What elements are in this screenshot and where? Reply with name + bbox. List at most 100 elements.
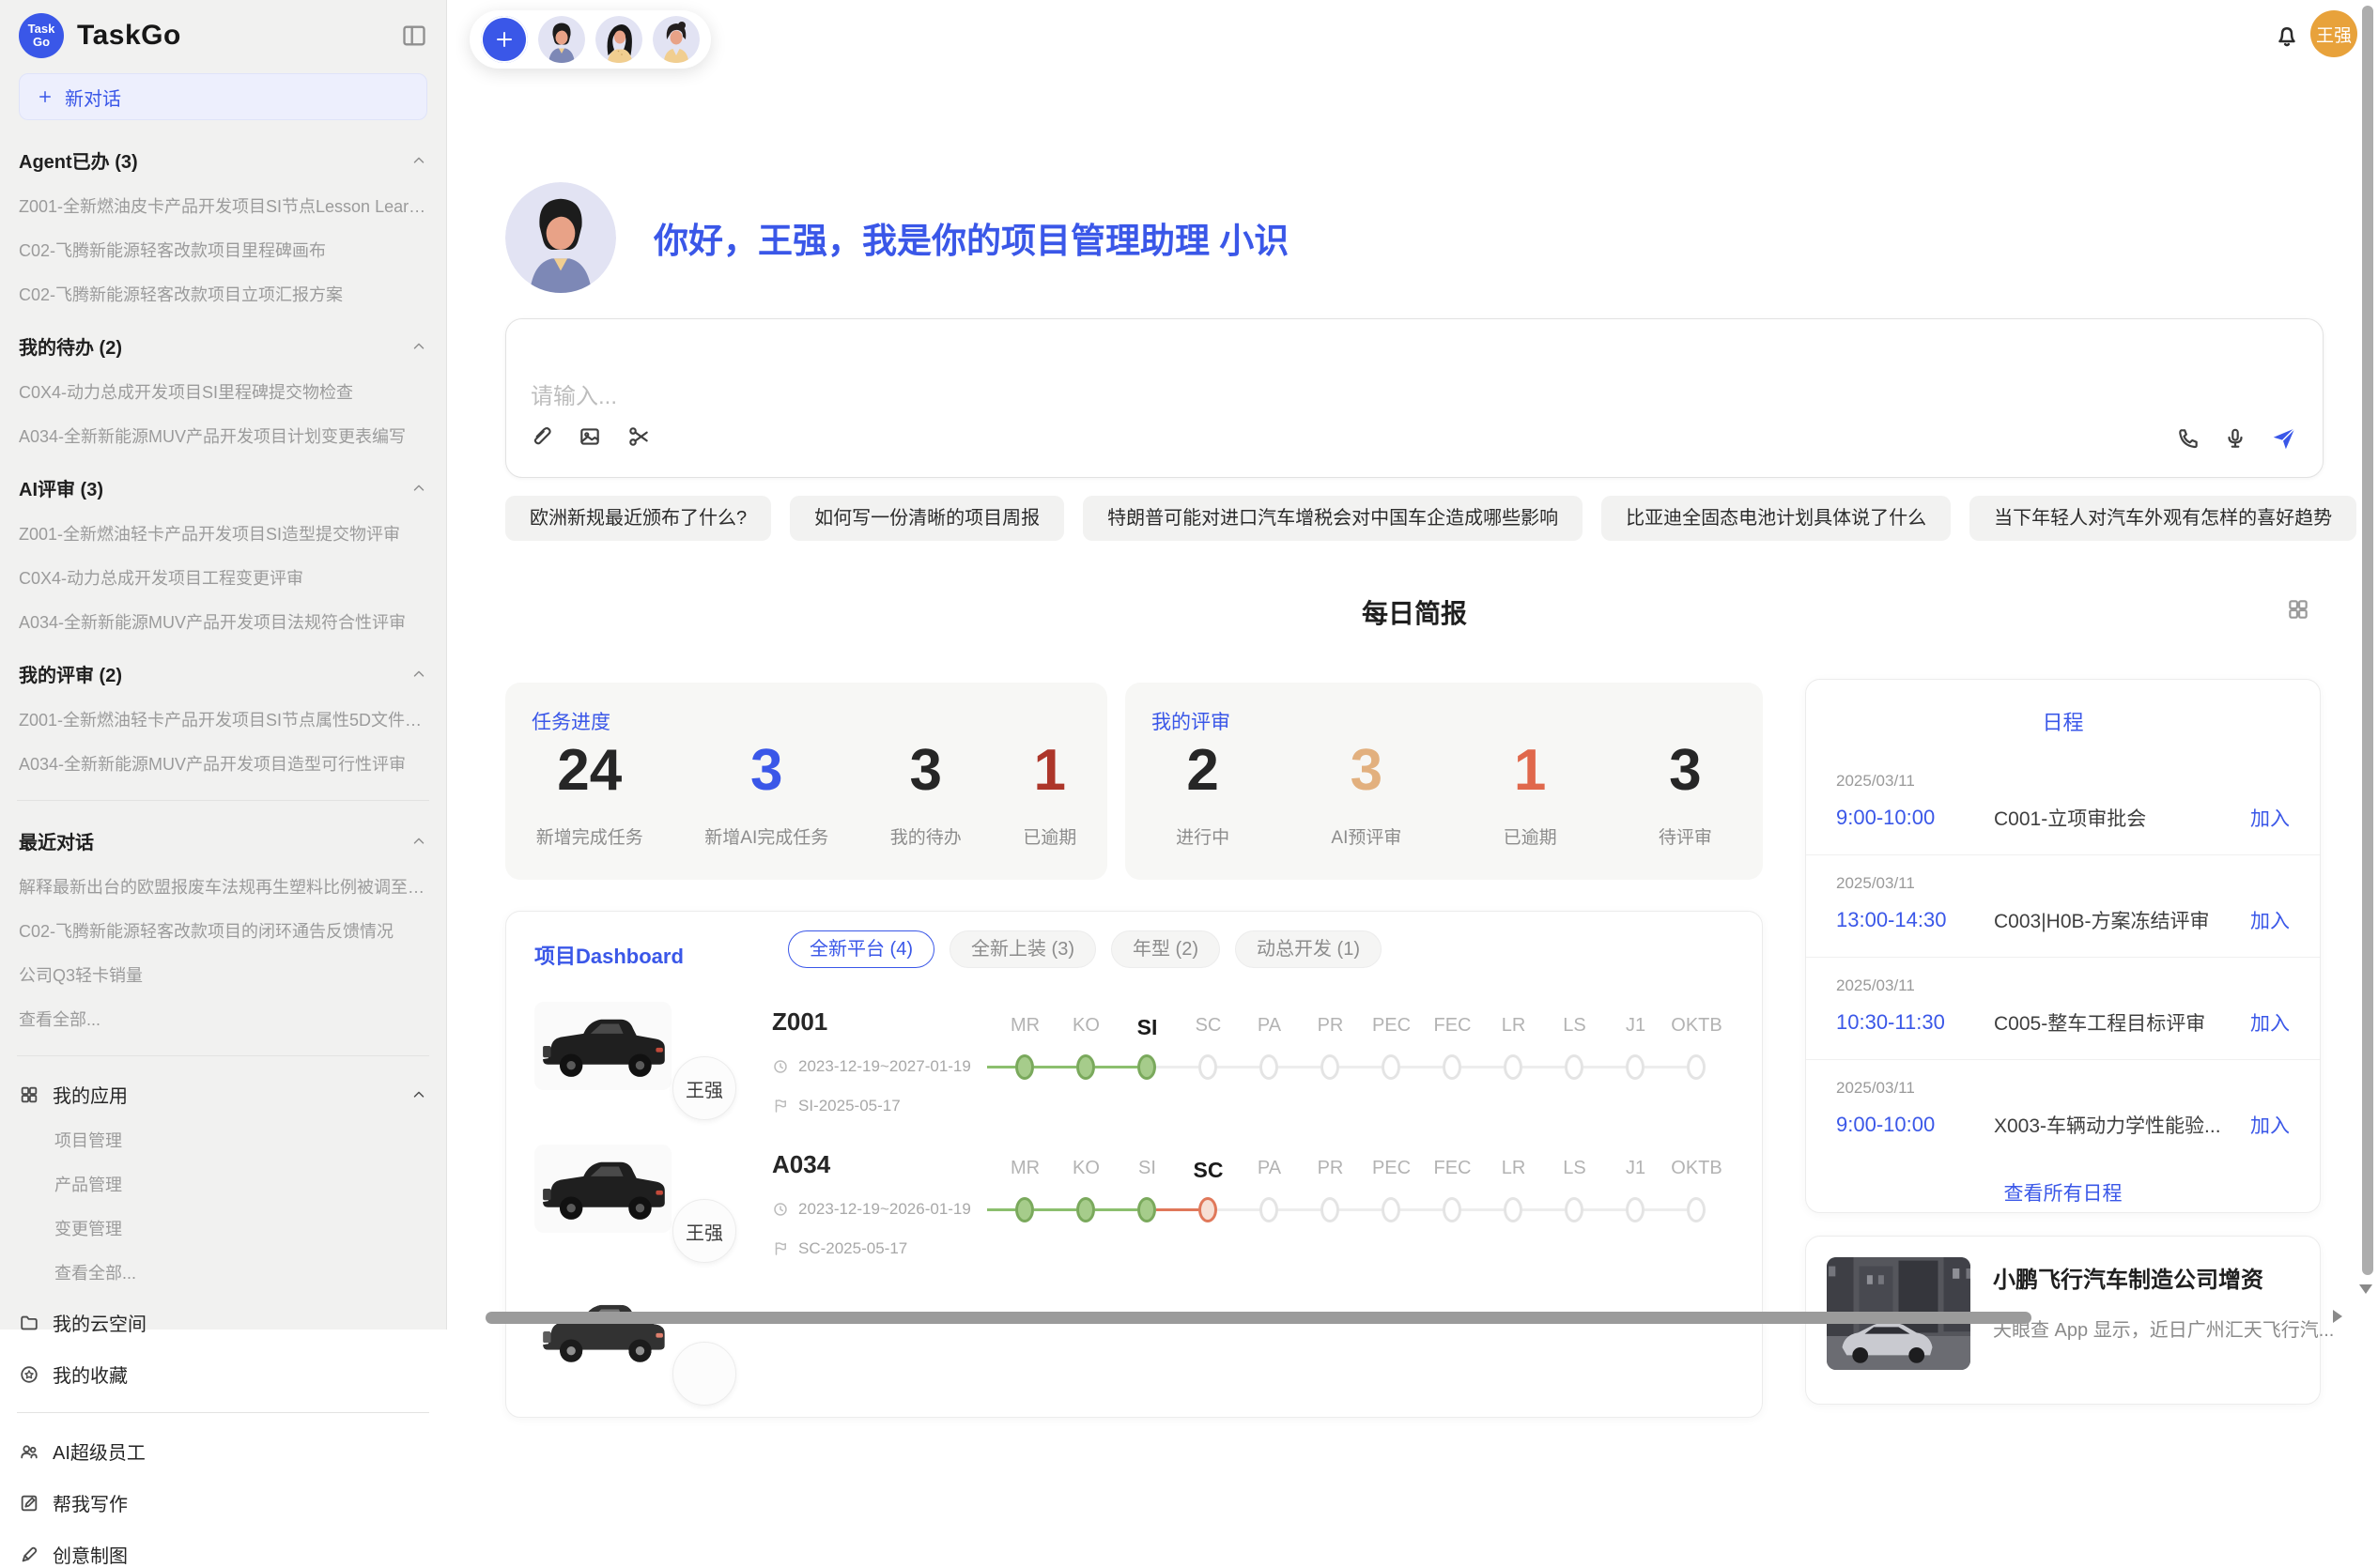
attachment-icon[interactable] xyxy=(529,424,553,449)
sidebar-item-favorites[interactable]: 我的收藏 xyxy=(19,1360,427,1388)
sidebar-item-help-write[interactable]: 帮我写作 xyxy=(19,1489,427,1516)
chevron-up-icon[interactable] xyxy=(410,338,427,355)
scroll-right-arrow[interactable] xyxy=(2333,1310,2342,1323)
milestone-node xyxy=(1320,1197,1339,1222)
chevron-up-icon[interactable] xyxy=(410,833,427,850)
sidebar-item-cloud-space[interactable]: 我的云空间 xyxy=(19,1309,427,1336)
sidebar-item[interactable]: Z001-全新燃油轻卡产品开发项目SI造型提交物评审 xyxy=(19,521,427,546)
schedule-time: 13:00-14:30 xyxy=(1836,908,1994,932)
sidebar-item-creative-draw[interactable]: 创意制图 xyxy=(19,1541,427,1568)
sidebar-item-ai-super-staff[interactable]: AI超级员工 xyxy=(19,1437,427,1465)
schedule-entry: 2025/03/11 10:30-11:30 C005-整车工程目标评审 加入 xyxy=(1806,958,2320,1060)
notification-bell-icon[interactable] xyxy=(2273,23,2301,51)
greeting-text: 你好，王强，我是你的项目管理助理 小识 xyxy=(654,212,1289,263)
suggestion-chip[interactable]: 比亚迪全固态电池计划具体说了什么 xyxy=(1601,496,1951,541)
new-chat-label: 新对话 xyxy=(65,84,121,111)
milestone-node xyxy=(1626,1054,1645,1080)
session-avatar[interactable] xyxy=(595,16,642,63)
project-car-image xyxy=(534,1002,672,1090)
section-header[interactable]: 我的评审 (2) xyxy=(19,660,427,687)
dashboard-tab[interactable]: 全新上装 (3) xyxy=(950,930,1096,968)
layout-grid-icon[interactable] xyxy=(2286,597,2310,622)
milestone-node xyxy=(1382,1197,1400,1222)
recent-chat-item[interactable]: 解释最新出台的欧盟报废车法规再生塑料比例被调至15%... xyxy=(19,874,427,899)
milestone-connector xyxy=(987,1208,1015,1211)
section-header[interactable]: 最近对话 xyxy=(19,827,427,854)
milestone-connector xyxy=(1400,1066,1443,1068)
scroll-down-arrow[interactable] xyxy=(2359,1284,2372,1294)
view-all-schedule-link[interactable]: 查看所有日程 xyxy=(1806,1161,2320,1207)
horizontal-scrollbar[interactable] xyxy=(486,1312,2031,1324)
recent-view-all[interactable]: 查看全部... xyxy=(19,1007,427,1031)
sidebar-item[interactable]: A034-全新新能源MUV产品开发项目造型可行性评审 xyxy=(19,751,427,776)
sidebar-item[interactable]: C0X4-动力总成开发项目工程变更评审 xyxy=(19,565,427,590)
join-link[interactable]: 加入 xyxy=(2250,804,2290,832)
sidebar-item[interactable]: C02-飞腾新能源轻客改款项目里程碑画布 xyxy=(19,238,427,262)
project-row-partial xyxy=(534,1287,1736,1418)
sidebar-item[interactable]: C0X4-动力总成开发项目SI里程碑提交物检查 xyxy=(19,379,427,404)
app-sub-item[interactable]: 项目管理 xyxy=(54,1128,427,1152)
chevron-up-icon[interactable] xyxy=(410,152,427,169)
join-link[interactable]: 加入 xyxy=(2250,906,2290,934)
suggestion-chip[interactable]: 如何写一份清晰的项目周报 xyxy=(790,496,1064,541)
milestone-label: PEC xyxy=(1361,1158,1422,1183)
dashboard-tab[interactable]: 动总开发 (1) xyxy=(1235,930,1382,968)
session-avatar[interactable] xyxy=(653,16,700,63)
send-icon[interactable] xyxy=(2270,424,2298,453)
image-icon[interactable] xyxy=(578,424,602,449)
user-avatar[interactable]: 王强 xyxy=(2310,10,2357,57)
divider xyxy=(17,1055,429,1056)
section-header[interactable]: 我的待办 (2) xyxy=(19,332,427,360)
session-avatar[interactable] xyxy=(538,16,585,63)
section-header[interactable]: Agent已办 (3) xyxy=(19,146,427,174)
sidebar-item[interactable]: A034-全新新能源MUV产品开发项目计划变更表编写 xyxy=(19,423,427,448)
milestone-label: LR xyxy=(1483,1158,1544,1183)
chevron-up-icon[interactable] xyxy=(410,480,427,497)
app-sub-item[interactable]: 产品管理 xyxy=(54,1172,427,1196)
milestone-label: OKTB xyxy=(1666,1158,1727,1183)
sidebar-section-recent: 最近对话 解释最新出台的欧盟报废车法规再生塑料比例被调至15%... C02-飞腾… xyxy=(19,827,427,1031)
phone-icon[interactable] xyxy=(2176,426,2200,451)
add-session-button[interactable] xyxy=(481,16,528,63)
chat-input-card[interactable]: 请输入... xyxy=(505,318,2324,478)
suggestion-chip[interactable]: 特朗普可能对进口汽车增税会对中国车企造成哪些影响 xyxy=(1083,496,1583,541)
stat-value: 3 xyxy=(1659,741,1712,801)
sidebar-item[interactable]: C02-飞腾新能源轻客改款项目立项汇报方案 xyxy=(19,282,427,306)
join-link[interactable]: 加入 xyxy=(2250,1008,2290,1037)
section-header[interactable]: AI评审 (3) xyxy=(19,474,427,501)
scissors-icon[interactable] xyxy=(626,424,651,449)
app-sub-item[interactable]: 查看全部... xyxy=(54,1260,427,1284)
new-chat-button[interactable]: 新对话 xyxy=(19,73,427,120)
sidebar-item[interactable]: A034-全新新能源MUV产品开发项目法规符合性评审 xyxy=(19,609,427,634)
stat-value: 24 xyxy=(536,741,643,801)
sidebar-item[interactable]: Z001-全新燃油轻卡产品开发项目SI节点属性5D文件评审 xyxy=(19,707,427,731)
app-sub-item[interactable]: 变更管理 xyxy=(54,1216,427,1240)
sidebar-item[interactable]: Z001-全新燃油皮卡产品开发项目SI节点Lesson Learn报告 xyxy=(19,193,427,218)
mic-icon[interactable] xyxy=(2223,426,2247,451)
composer-tools-right xyxy=(2176,424,2298,453)
sidebar-item-my-apps[interactable]: 我的应用 xyxy=(19,1081,427,1108)
dashboard-tab[interactable]: 年型 (2) xyxy=(1111,930,1220,968)
milestone-node xyxy=(1015,1054,1034,1080)
milestone-connector xyxy=(1034,1208,1076,1211)
chevron-up-icon[interactable] xyxy=(410,666,427,683)
recent-chat-item[interactable]: 公司Q3轻卡销量 xyxy=(19,962,427,987)
join-link[interactable]: 加入 xyxy=(2250,1111,2290,1139)
vertical-scrollbar[interactable] xyxy=(2362,6,2373,1275)
suggestion-chip[interactable]: 当下年轻人对汽车外观有怎样的喜好趋势 xyxy=(1969,496,2356,541)
milestone-node xyxy=(1259,1054,1278,1080)
stat-value: 1 xyxy=(1504,741,1557,801)
medal-icon xyxy=(19,1364,39,1385)
stat-metric: 24 新增完成任务 xyxy=(536,741,643,849)
schedule-entry: 2025/03/11 13:00-14:30 C003|H0B-方案冻结评审 加… xyxy=(1806,855,2320,958)
sidebar-collapse-icon[interactable] xyxy=(401,23,427,49)
divider xyxy=(17,1412,429,1413)
suggestion-chip[interactable]: 欧洲新规最近颁布了什么? xyxy=(505,496,771,541)
chevron-up-icon[interactable] xyxy=(410,1086,427,1103)
dashboard-tab[interactable]: 全新平台 (4) xyxy=(788,930,934,968)
recent-chat-item[interactable]: C02-飞腾新能源轻客改款项目的闭环通告反馈情况 xyxy=(19,918,427,943)
project-row-z001[interactable]: 王强 Z001 2023-12-19~2027-01-19 SI-2025-05… xyxy=(534,1002,1736,1145)
clock-icon xyxy=(772,1058,789,1075)
project-row-a034[interactable]: 王强 A034 2023-12-19~2026-01-19 SC-2025-05… xyxy=(534,1145,1736,1287)
logo-line-2: Go xyxy=(33,36,50,49)
